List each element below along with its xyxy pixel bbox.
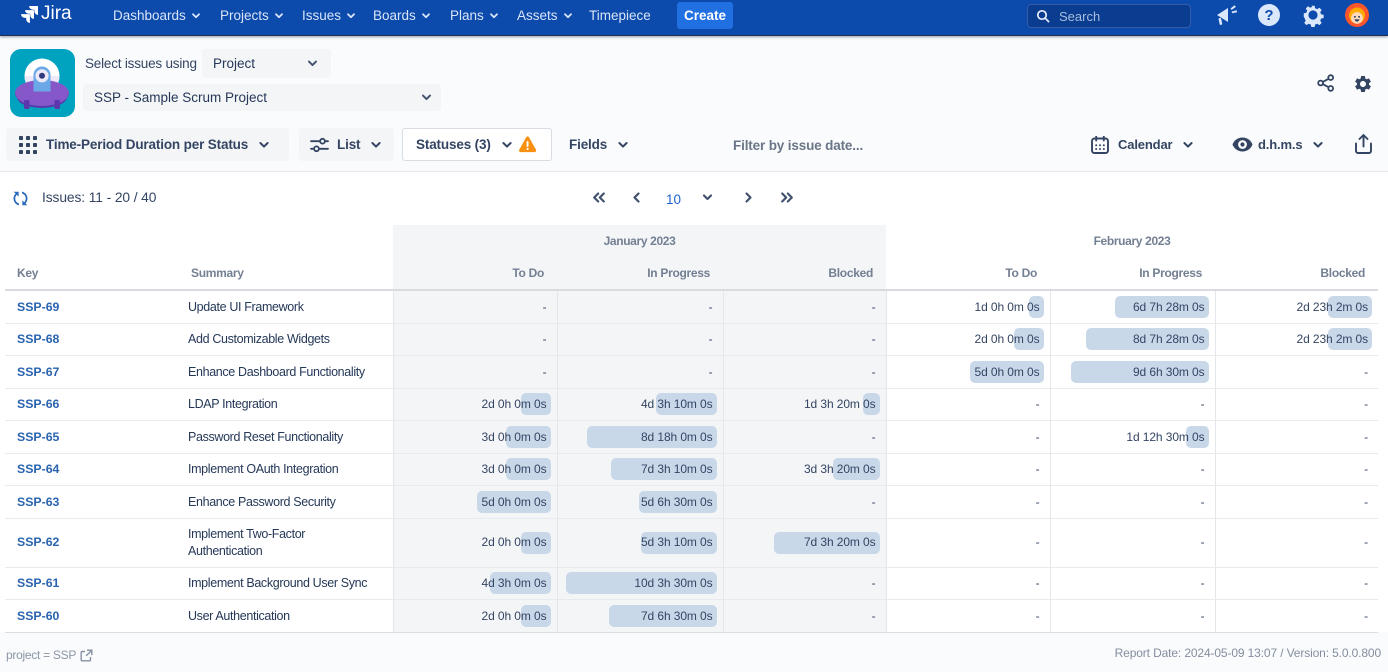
svg-text:?: ?: [1264, 7, 1273, 24]
